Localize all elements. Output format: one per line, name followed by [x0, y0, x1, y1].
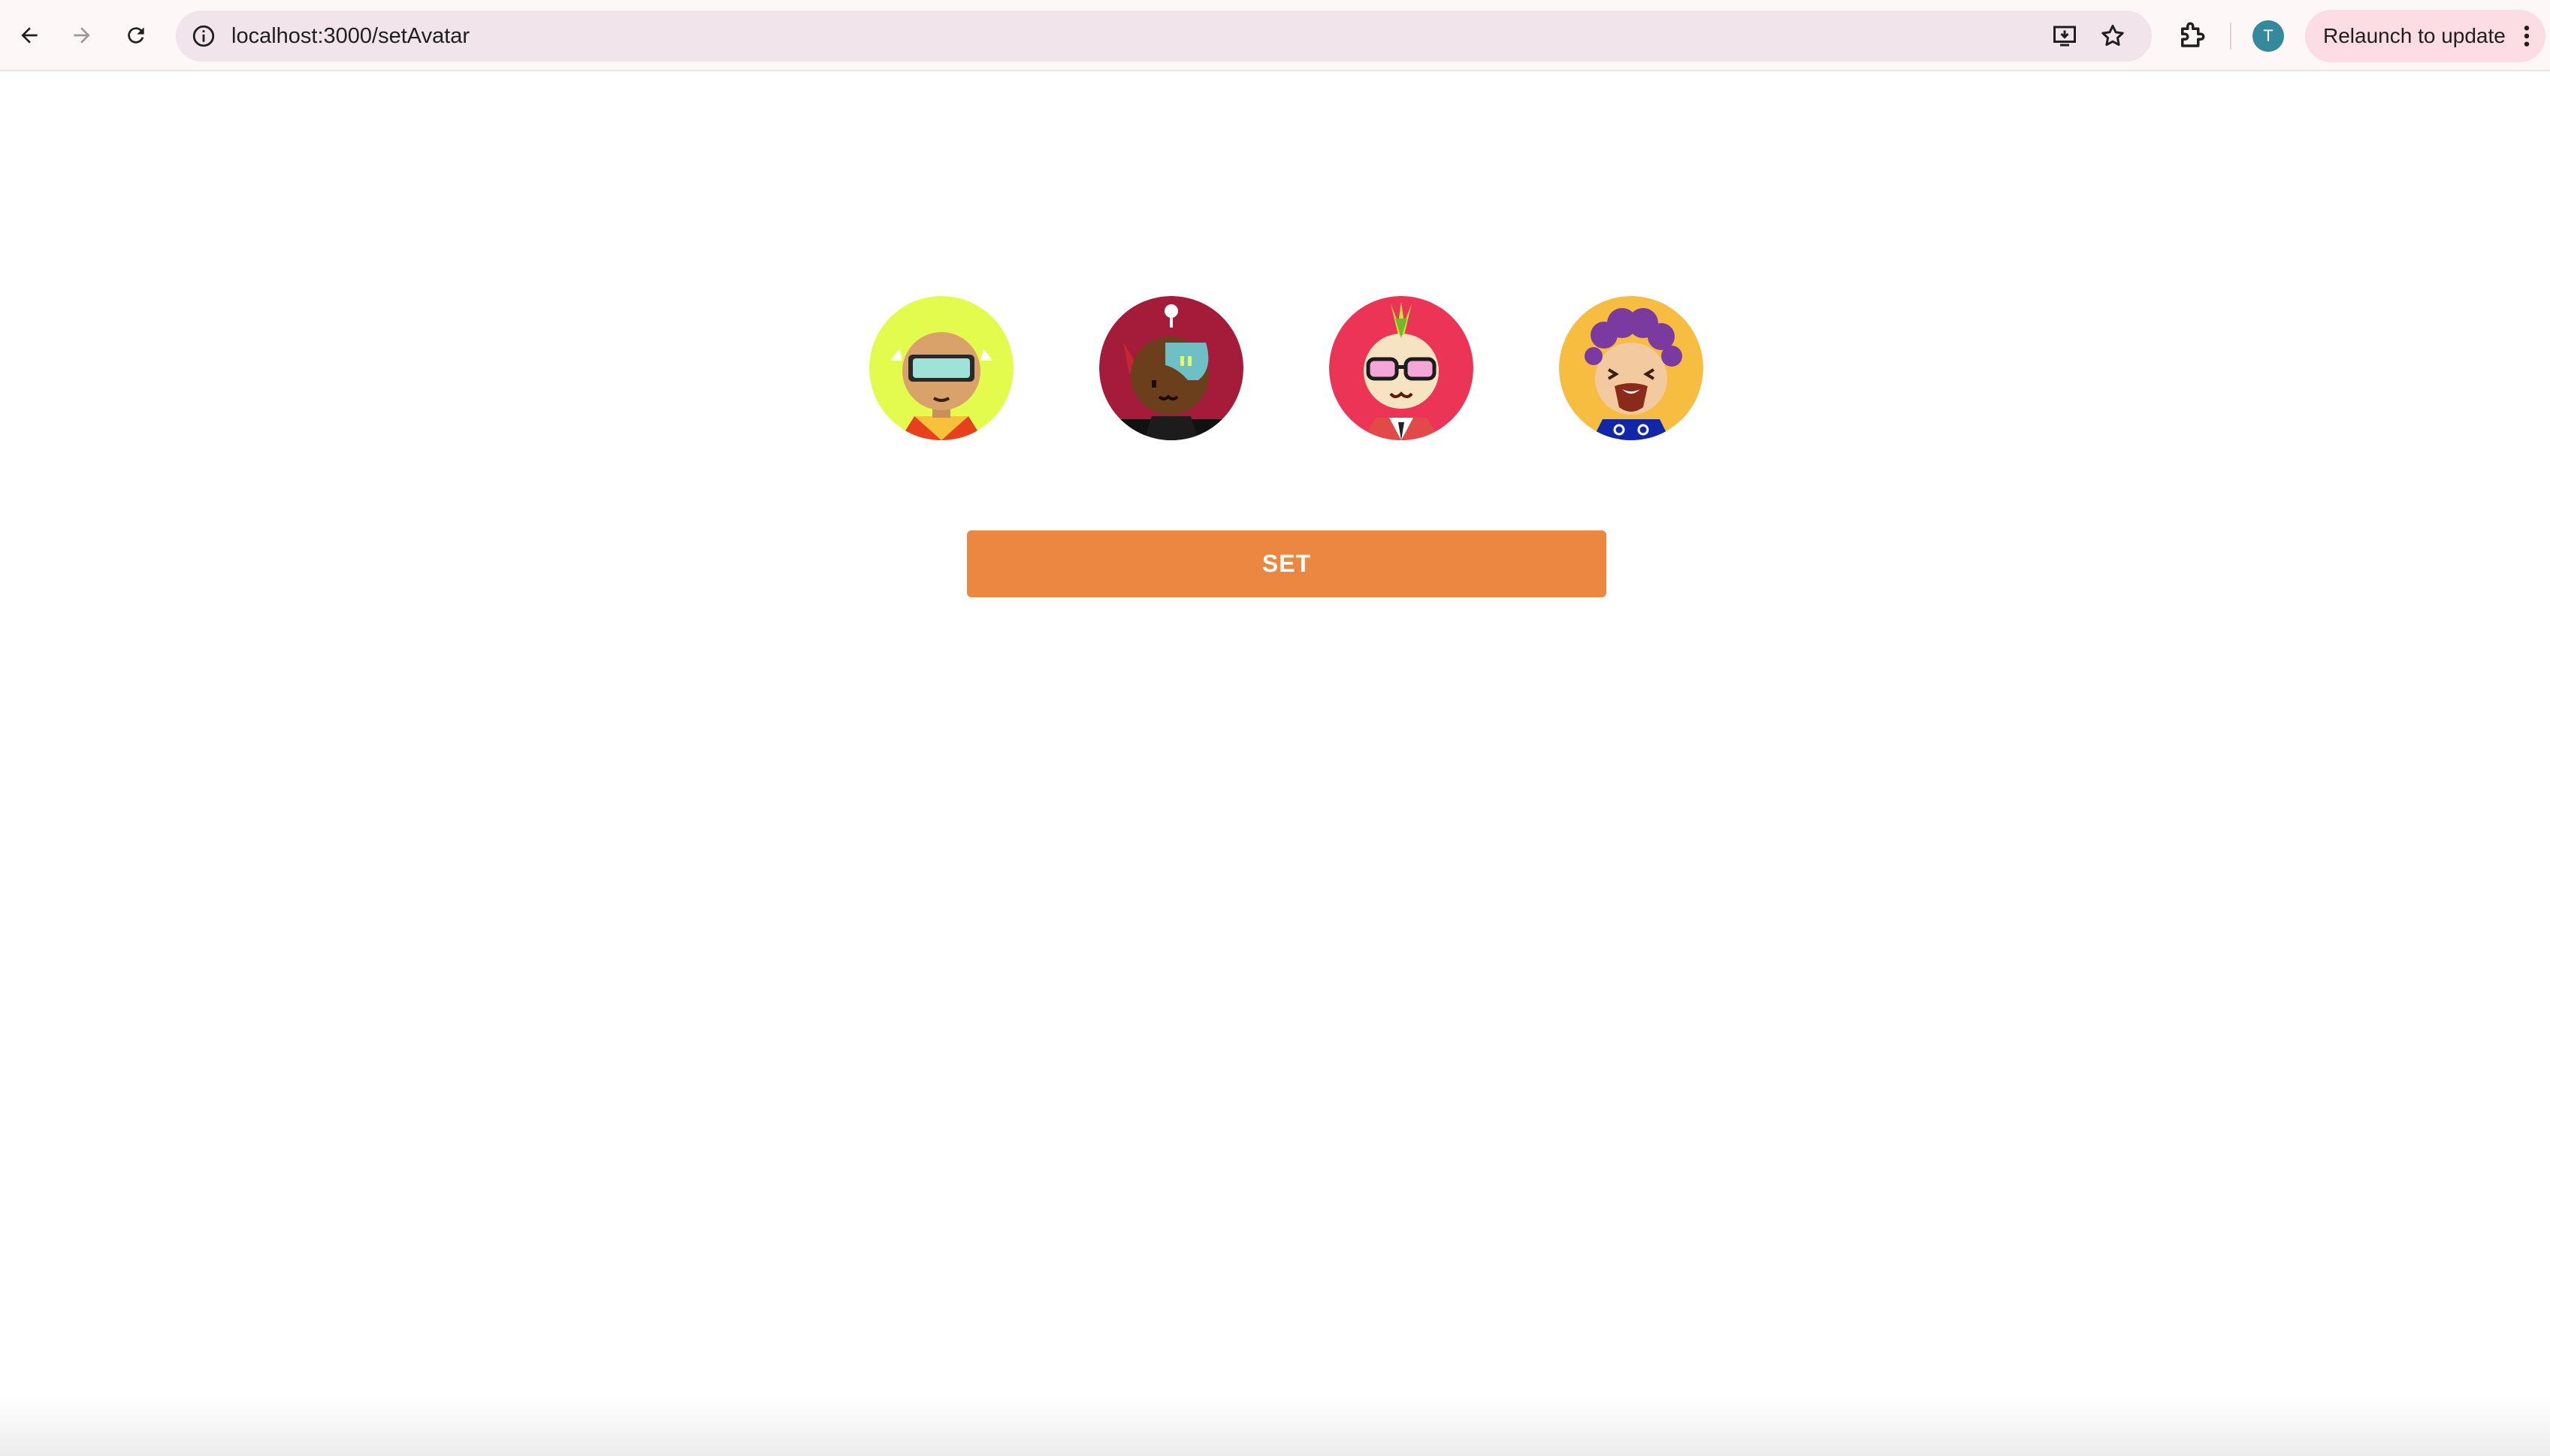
avatar-curly-hair-icon [1559, 296, 1703, 440]
avatar-visor-icon [1099, 296, 1243, 440]
avatar-option-2[interactable] [1099, 296, 1243, 440]
avatar-option-1[interactable] [869, 296, 1014, 440]
forward-arrow-icon [74, 27, 90, 44]
browser-toolbar: localhost:3000/setAvatar T Relaunch to u… [0, 0, 2550, 71]
bookmark-button[interactable] [2098, 21, 2128, 51]
set-avatar-button[interactable]: SET [967, 530, 1606, 597]
back-arrow-icon [21, 27, 38, 44]
bottom-shadow [0, 1397, 2550, 1456]
site-info-icon[interactable] [191, 23, 216, 49]
relaunch-button[interactable]: Relaunch to update [2305, 10, 2545, 62]
forward-button[interactable] [62, 15, 102, 56]
profile-avatar[interactable]: T [2252, 20, 2284, 52]
reload-icon [128, 27, 144, 44]
avatar-option-4[interactable] [1559, 296, 1703, 440]
address-bar[interactable]: localhost:3000/setAvatar [176, 11, 2152, 62]
toolbar-divider [2230, 23, 2231, 50]
install-app-button[interactable] [2050, 21, 2080, 51]
url-text[interactable]: localhost:3000/setAvatar [231, 11, 470, 62]
avatar-mohawk-icon [1329, 296, 1473, 440]
reload-button[interactable] [116, 15, 156, 56]
extensions-icon[interactable] [2176, 20, 2207, 51]
avatar-option-3[interactable] [1329, 296, 1473, 440]
back-button[interactable] [9, 15, 50, 56]
bookmark-star-icon [2101, 25, 2124, 47]
kebab-menu-icon [2524, 26, 2530, 47]
avatar-sunglasses-icon [869, 296, 1014, 440]
install-app-icon [2053, 26, 2076, 47]
relaunch-label: Relaunch to update [2323, 24, 2506, 47]
